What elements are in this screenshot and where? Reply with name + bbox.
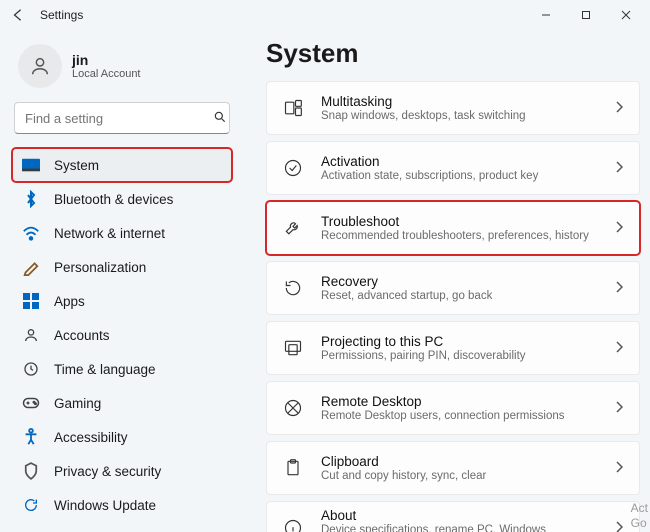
sidebar-item-label: Gaming <box>54 396 101 411</box>
card-list: MultitaskingSnap windows, desktops, task… <box>266 81 640 532</box>
clipboard-icon <box>279 454 307 482</box>
chevron-right-icon <box>611 400 627 416</box>
sidebar-item-network[interactable]: Network & internet <box>12 216 232 250</box>
sidebar-item-label: Time & language <box>54 362 156 377</box>
remote-icon <box>279 394 307 422</box>
chevron-right-icon <box>611 160 627 176</box>
chevron-right-icon <box>611 100 627 116</box>
troubleshoot-icon <box>279 214 307 242</box>
card-clipboard[interactable]: ClipboardCut and copy history, sync, cle… <box>266 441 640 495</box>
card-sub: Remote Desktop users, connection permiss… <box>321 410 611 422</box>
sidebar-item-label: Network & internet <box>54 226 165 241</box>
system-icon <box>20 154 42 176</box>
update-icon <box>20 494 42 516</box>
sidebar-item-system[interactable]: System <box>12 148 232 182</box>
minimize-button[interactable] <box>526 1 566 29</box>
projecting-icon <box>279 334 307 362</box>
card-title: Activation <box>321 154 611 169</box>
sidebar-item-label: Accessibility <box>54 430 128 445</box>
apps-icon <box>20 290 42 312</box>
chevron-right-icon <box>611 280 627 296</box>
main: System MultitaskingSnap windows, desktop… <box>244 30 650 532</box>
card-title: Remote Desktop <box>321 394 611 409</box>
card-title: Recovery <box>321 274 611 289</box>
back-button[interactable] <box>4 1 32 29</box>
multitasking-icon <box>279 94 307 122</box>
sidebar-item-gaming[interactable]: Gaming <box>12 386 232 420</box>
card-multitasking[interactable]: MultitaskingSnap windows, desktops, task… <box>266 81 640 135</box>
time-icon <box>20 358 42 380</box>
titlebar: Settings <box>0 0 650 30</box>
chevron-right-icon <box>611 460 627 476</box>
sidebar-item-label: Apps <box>54 294 85 309</box>
card-recovery[interactable]: RecoveryReset, advanced startup, go back <box>266 261 640 315</box>
chevron-right-icon <box>611 520 627 532</box>
sidebar-item-bluetooth[interactable]: Bluetooth & devices <box>12 182 232 216</box>
sidebar-item-label: Privacy & security <box>54 464 161 479</box>
activation-icon <box>279 154 307 182</box>
card-projecting[interactable]: Projecting to this PCPermissions, pairin… <box>266 321 640 375</box>
maximize-button[interactable] <box>566 1 606 29</box>
nav: System Bluetooth & devices Network & inter… <box>12 148 232 522</box>
sidebar-item-time[interactable]: Time & language <box>12 352 232 386</box>
card-sub: Permissions, pairing PIN, discoverabilit… <box>321 350 611 362</box>
sidebar-item-label: Accounts <box>54 328 110 343</box>
card-title: Multitasking <box>321 94 611 109</box>
privacy-icon <box>20 460 42 482</box>
about-icon <box>279 514 307 532</box>
bluetooth-icon <box>20 188 42 210</box>
sidebar-item-label: Personalization <box>54 260 146 275</box>
search-input[interactable] <box>15 111 211 126</box>
card-about[interactable]: AboutDevice specifications, rename PC, W… <box>266 501 640 532</box>
search-icon <box>211 110 229 127</box>
card-sub: Snap windows, desktops, task switching <box>321 110 611 122</box>
profile[interactable]: jin Local Account <box>12 36 232 102</box>
card-sub: Device specifications, rename PC, Window… <box>321 524 611 532</box>
gaming-icon <box>20 392 42 414</box>
card-title: Projecting to this PC <box>321 334 611 349</box>
sidebar-item-label: Windows Update <box>54 498 156 513</box>
network-icon <box>20 222 42 244</box>
search-box[interactable] <box>14 102 230 134</box>
card-sub: Recommended troubleshooters, preferences… <box>321 230 611 242</box>
avatar <box>18 44 62 88</box>
chevron-right-icon <box>611 340 627 356</box>
accessibility-icon <box>20 426 42 448</box>
sidebar-item-privacy[interactable]: Privacy & security <box>12 454 232 488</box>
page-title: System <box>266 38 640 69</box>
card-title: Clipboard <box>321 454 611 469</box>
accounts-icon <box>20 324 42 346</box>
card-troubleshoot[interactable]: TroubleshootRecommended troubleshooters,… <box>266 201 640 255</box>
card-sub: Cut and copy history, sync, clear <box>321 470 611 482</box>
card-sub: Reset, advanced startup, go back <box>321 290 611 302</box>
close-button[interactable] <box>606 1 646 29</box>
sidebar-item-personalization[interactable]: Personalization <box>12 250 232 284</box>
app-title: Settings <box>40 8 83 22</box>
card-activation[interactable]: ActivationActivation state, subscription… <box>266 141 640 195</box>
profile-sub: Local Account <box>72 68 141 80</box>
chevron-right-icon <box>611 220 627 236</box>
profile-name: jin <box>72 52 141 68</box>
card-title: About <box>321 508 611 523</box>
sidebar-item-label: Bluetooth & devices <box>54 192 173 207</box>
recovery-icon <box>279 274 307 302</box>
sidebar-item-label: System <box>54 158 99 173</box>
sidebar-item-apps[interactable]: Apps <box>12 284 232 318</box>
sidebar-item-update[interactable]: Windows Update <box>12 488 232 522</box>
sidebar-item-accessibility[interactable]: Accessibility <box>12 420 232 454</box>
personalization-icon <box>20 256 42 278</box>
window-controls <box>526 1 646 29</box>
sidebar: jin Local Account System Bluetooth & devi… <box>0 30 244 532</box>
card-title: Troubleshoot <box>321 214 611 229</box>
card-remote[interactable]: Remote DesktopRemote Desktop users, conn… <box>266 381 640 435</box>
card-sub: Activation state, subscriptions, product… <box>321 170 611 182</box>
sidebar-item-accounts[interactable]: Accounts <box>12 318 232 352</box>
